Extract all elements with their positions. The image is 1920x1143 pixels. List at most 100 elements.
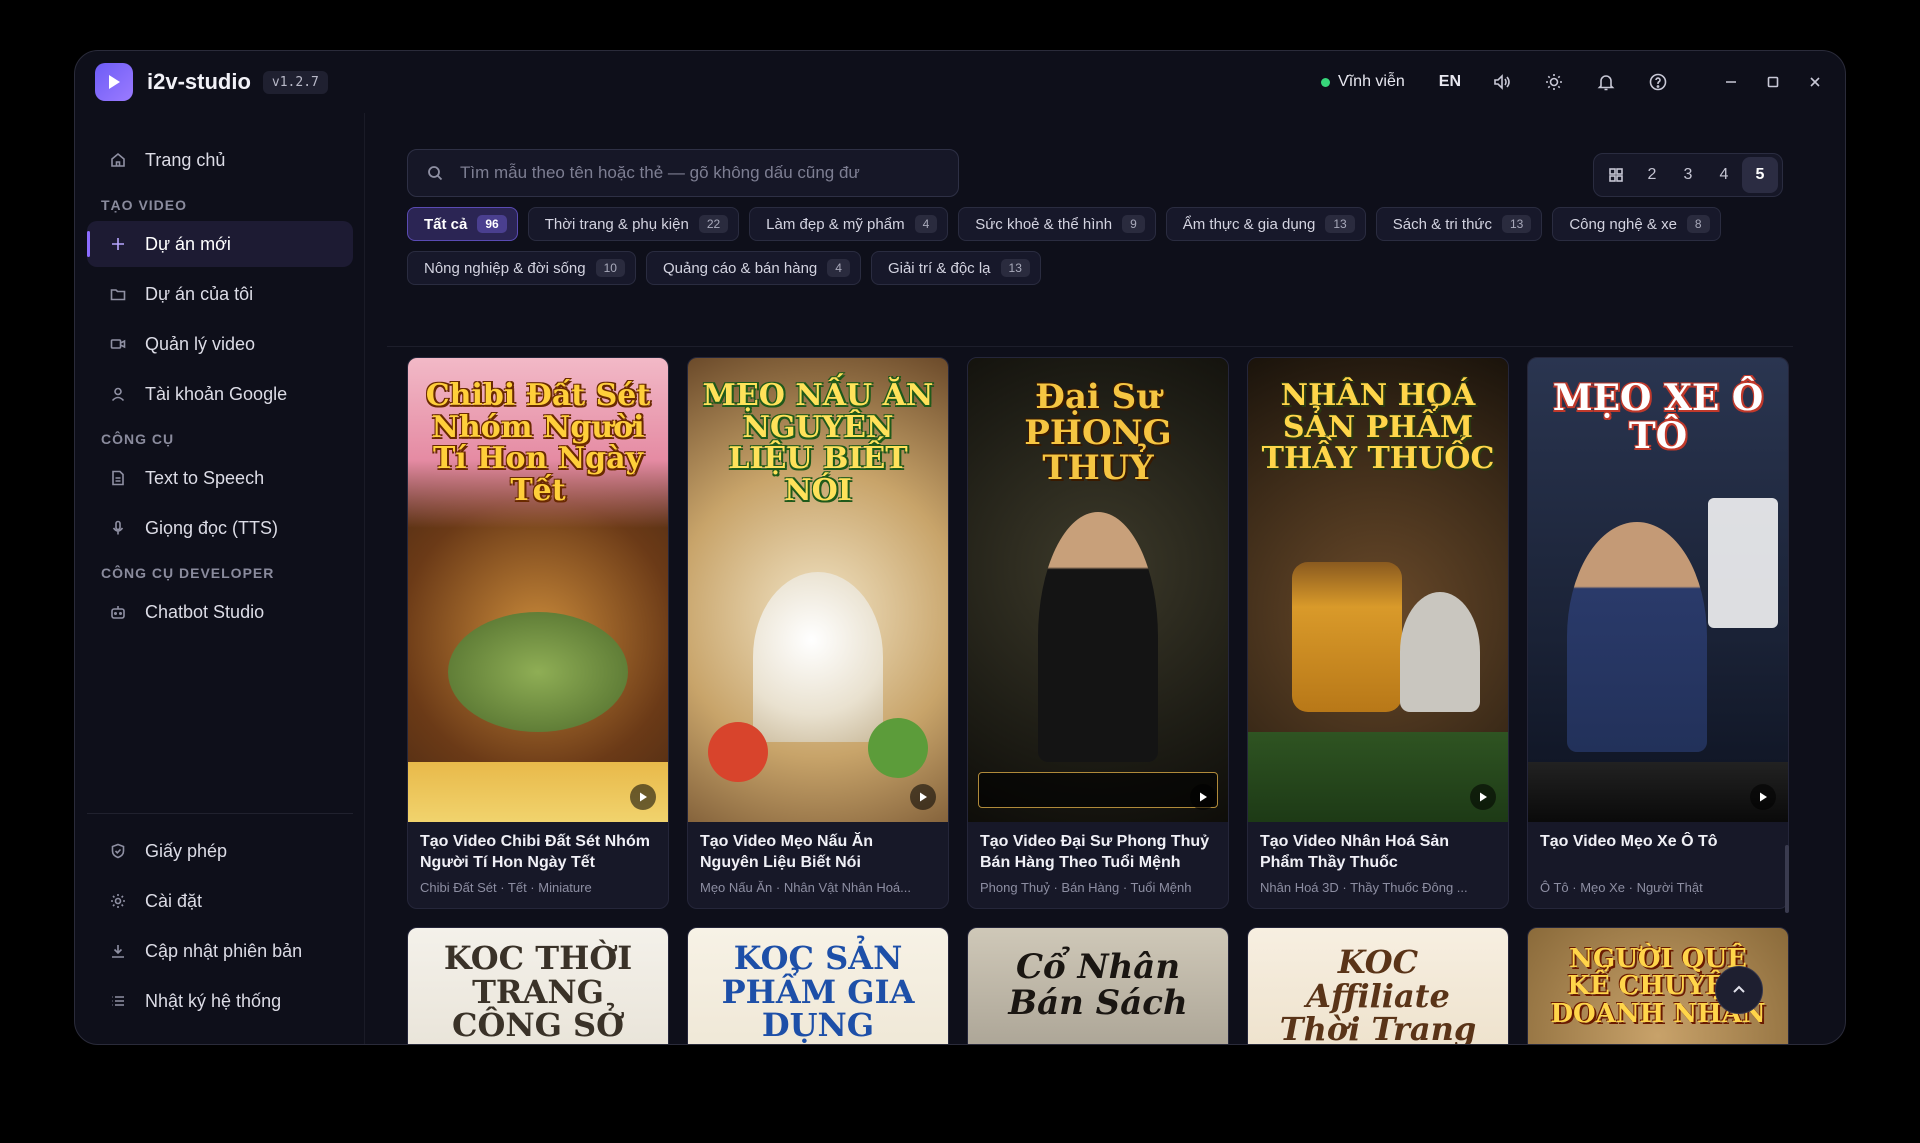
scrollbar[interactable] [1785,845,1789,913]
sidebar-item-voice[interactable]: Giọng đọc (TTS) [87,505,353,551]
chip-label: Giải trí & độc lạ [887,259,991,277]
chip-label: Công nghệ & xe [1569,215,1677,233]
language-toggle[interactable]: EN [1439,73,1461,91]
theme-sun-icon[interactable] [1543,71,1565,93]
main-content: 2 3 4 5 Tất cả96 Thời trang & phụ kiện 22… [387,113,1793,1044]
thumbnail-text: KOC Affiliate Thời Trang [1279,943,1477,1045]
chip-label: Ẩm thực & gia dụng [1182,215,1316,233]
chevron-up-icon [1733,985,1745,993]
maximize-icon[interactable] [1763,72,1783,92]
chip-tech[interactable]: Công nghệ & xe 8 [1552,207,1721,241]
sidebar-item-license[interactable]: Giấy phép [87,828,353,874]
sidebar-item-label: Text to Speech [145,467,265,488]
template-card[interactable]: KOC Affiliate Thời Trang [1247,927,1509,1045]
bot-icon [111,606,125,619]
help-icon[interactable] [1647,71,1669,93]
sidebar-item-label: Chatbot Studio [145,601,265,622]
card-thumbnail: Chibi Đất Sét Nhóm Người Tí Hon Ngày Tết [408,358,668,822]
template-card[interactable]: Chibi Đất Sét Nhóm Người Tí Hon Ngày Tết… [407,357,669,909]
section-label-video: TẠO VIDEO [101,197,188,213]
sidebar-item-label: Cài đặt [145,890,203,911]
template-card[interactable]: KOC SẢN PHẨM GIA DỤNG [687,927,949,1044]
sidebar-footer: Giấy phép Cài đặt Cập nhật phiên bản Nhậ… [87,813,353,1028]
sidebar-item-settings[interactable]: Cài đặt [87,878,353,924]
sidebar-item-label: Tài khoản Google [145,383,288,404]
chip-fashion[interactable]: Thời trang & phụ kiện 22 [527,207,740,241]
chip-books[interactable]: Sách & tri thức 13 [1375,207,1543,241]
card-tags: Mẹo Nấu Ăn · Nhân Vật Nhân Hoá... [700,880,912,895]
columns-option-4[interactable]: 4 [1706,157,1742,193]
play-icon[interactable] [1470,784,1496,810]
card-title: Tạo Video Nhân Hoá Sản Phẩm Thầy Thuốc [1260,833,1450,871]
play-icon[interactable] [630,784,656,810]
chip-label: Quảng cáo & bán hàng [662,259,818,277]
chip-ads[interactable]: Quảng cáo & bán hàng 4 [645,251,861,285]
thumbnail-text: KOC THỜI TRANG CÔNG SỞ [443,939,633,1045]
play-icon[interactable] [910,784,936,810]
card-title: Tạo Video Mẹo Nấu Ăn Nguyên Liệu Biết Nó… [700,833,874,871]
sidebar-item-my-projects[interactable]: Dự án của tôi [87,271,353,317]
home-icon [111,152,125,167]
template-card[interactable]: NHÂN HOÁ SẢN PHẨM THẦY THUỐC Tạo Video N… [1247,357,1509,909]
license-status[interactable]: Vĩnh viễn [1321,73,1405,91]
search-icon [428,166,443,181]
chip-food[interactable]: Ẩm thực & gia dụng 13 [1165,207,1366,241]
play-icon[interactable] [1750,784,1776,810]
sidebar-item-tts[interactable]: Text to Speech [87,455,353,501]
sidebar-item-home[interactable]: Trang chủ [87,137,353,183]
user-icon [111,387,125,402]
search-box[interactable] [407,149,959,197]
close-icon[interactable] [1805,72,1825,92]
chip-count: 22 [698,215,729,233]
volume-icon[interactable] [1491,71,1513,93]
template-card[interactable]: Đại Sư PHONG THUỶ Tạo Video Đại Sư Phong… [967,357,1229,909]
columns-option-3[interactable]: 3 [1670,157,1706,193]
thumbnail-text: Chibi Đất Sét Nhóm Người Tí Hon Ngày Tết [425,378,651,508]
sidebar-item-label: Giọng đọc (TTS) [145,517,279,538]
bell-icon[interactable] [1595,71,1617,93]
card-thumbnail: NHÂN HOÁ SẢN PHẨM THẦY THUỐC [1248,358,1508,822]
card-title: Tạo Video Chibi Đất Sét Nhóm Người Tí Ho… [420,833,650,871]
chip-beauty[interactable]: Làm đẹp & mỹ phẩm 4 [749,207,949,241]
thumbnail-text: MẸO NẤU ĂN NGUYÊN LIỆU BIẾT NÓI [702,378,934,508]
search-input[interactable] [460,163,920,183]
sidebar-item-chatbot[interactable]: Chatbot Studio [87,589,353,635]
columns-option-5[interactable]: 5 [1742,157,1778,193]
sidebar-item-update[interactable]: Cập nhật phiên bản [87,928,353,974]
template-card[interactable]: MẸO NẤU ĂN NGUYÊN LIỆU BIẾT NÓI Tạo Vide… [687,357,949,909]
chip-label: Sức khoẻ & thể hình [975,215,1113,233]
list-icon [112,996,124,1006]
card-thumbnail: Cổ Nhân Bán Sách [968,928,1228,1044]
play-icon[interactable] [1190,784,1216,810]
sidebar-item-label: Cập nhật phiên bản [145,940,303,961]
sidebar-item-manage-video[interactable]: Quản lý video [87,321,353,367]
document-icon [112,470,124,486]
sidebar-item-google-account[interactable]: Tài khoản Google [87,371,353,417]
chip-health[interactable]: Sức khoẻ & thể hình 9 [958,207,1156,241]
template-card[interactable]: MẸO XE Ô TÔ Tạo Video Mẹo Xe Ô Tô Ô Tô ·… [1527,357,1789,909]
chip-count: 13 [1000,259,1030,277]
section-label-tools: CÔNG CỤ [101,431,175,447]
template-card[interactable]: KOC THỜI TRANG CÔNG SỞ [407,927,669,1045]
chip-entertainment[interactable]: Giải trí & độc lạ 13 [870,251,1041,285]
card-tags: Phong Thuỷ · Bán Hàng · Tuổi Mệnh [980,880,1192,895]
template-card[interactable]: Cổ Nhân Bán Sách [967,927,1229,1044]
chip-count: 4 [827,259,850,277]
minimize-icon[interactable] [1721,72,1741,92]
chip-all[interactable]: Tất cả 96 [407,207,518,241]
chip-count: 8 [1686,215,1710,233]
chip-agriculture[interactable]: Nông nghiệp & đời sống 10 [407,251,636,285]
grid-icon[interactable] [1598,157,1634,193]
scroll-to-top-button[interactable] [1715,966,1763,1014]
chip-label: Nông nghiệp & đời sống [424,259,586,277]
app-title: i2v-studio [147,69,251,94]
sidebar-item-logs[interactable]: Nhật ký hệ thống [87,978,353,1024]
card-tags: Chibi Đất Sét · Tết · Miniature [420,880,592,895]
chip-label: Tất cả [424,215,468,233]
sidebar-item-new-project[interactable]: Dự án mới [87,221,353,267]
thumbnail-text: Đại Sư PHONG THUỶ [1024,377,1172,489]
chip-label: Thời trang & phụ kiện [544,215,689,233]
card-thumbnail: MẸO XE Ô TÔ [1528,358,1788,822]
columns-option-2[interactable]: 2 [1634,157,1670,193]
card-tags: Nhân Hoá 3D · Thầy Thuốc Đông ... [1260,880,1468,895]
